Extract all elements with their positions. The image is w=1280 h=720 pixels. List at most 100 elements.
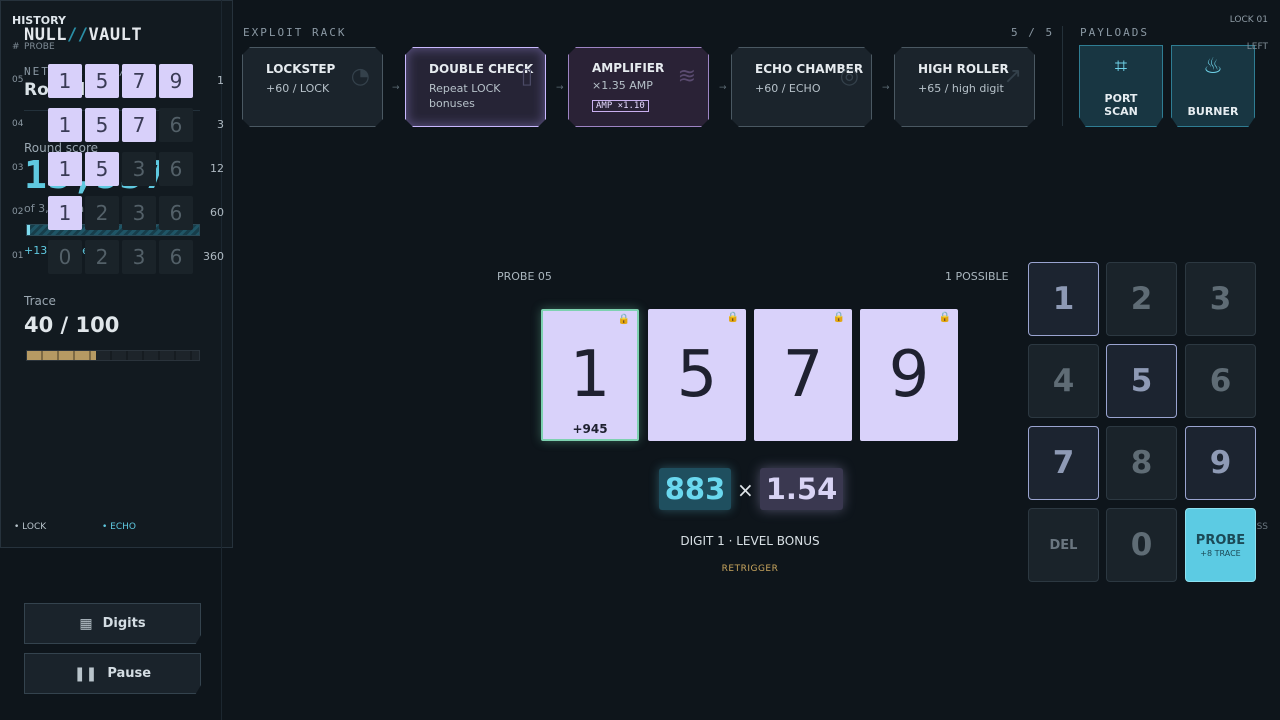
history-digit: 5: [85, 108, 119, 142]
history-digit: 1: [48, 108, 82, 142]
network-port-icon: ⌗: [1114, 54, 1128, 79]
history-row-left: 3: [217, 118, 224, 131]
history-digit: 6: [159, 108, 193, 142]
history-col-num: #: [12, 42, 20, 52]
history-row: 01 0 2 3 6 360: [12, 240, 226, 274]
digits-button[interactable]: ▦ Digits: [24, 603, 201, 644]
trace-bar-remaining: [95, 351, 199, 360]
possible-count: 1 POSSIBLE: [945, 270, 1009, 283]
trend-up-icon: ↗: [1003, 64, 1022, 89]
history-digit: 1: [48, 64, 82, 98]
divider: [1062, 26, 1063, 126]
trace-value: 40 / 100: [24, 313, 120, 337]
history-row-num: 05: [12, 75, 24, 85]
exploit-rack-title: EXPLOIT RACK: [243, 26, 347, 39]
history-col-left: LEFT: [1246, 42, 1268, 52]
retrigger-label: RETRIGGER: [721, 564, 779, 574]
exploit-card-high-roller[interactable]: HIGH ROLLER +65 / high digit ↗: [894, 47, 1035, 127]
probe-digit: 7: [782, 338, 824, 412]
digits-button-label: Digits: [102, 616, 146, 631]
flame-icon: ♨: [1203, 54, 1223, 79]
payload-label: BURNER: [1187, 105, 1239, 118]
history-row: 04 1 5 7 6 3: [12, 108, 226, 142]
spiral-icon: ◎: [839, 64, 859, 89]
history-row-num: 04: [12, 119, 24, 129]
exploit-card-lockstep[interactable]: LOCKSTEP +60 / LOCK ◔: [242, 47, 383, 127]
probe-digit: 5: [676, 338, 718, 412]
multiply-sign: ×: [737, 478, 754, 502]
card-desc: Repeat LOCK bonuses: [429, 82, 501, 110]
payload-port-scan[interactable]: ⌗ PORT SCAN: [1079, 45, 1163, 127]
base-score: 883: [659, 468, 731, 510]
history-digit: 7: [122, 64, 156, 98]
probe-button-label: PROBE: [1195, 532, 1246, 548]
double-bar-icon: ▯: [520, 64, 533, 89]
history-row-left: 12: [210, 162, 224, 175]
pause-button[interactable]: ❚❚ Pause: [24, 653, 201, 694]
key-5[interactable]: 5: [1106, 344, 1177, 418]
history-digit: 2: [85, 196, 119, 230]
history-digit: 9: [159, 64, 193, 98]
history-digit: 0: [48, 240, 82, 274]
lock-icon: 🔒: [726, 312, 739, 323]
key-7[interactable]: 7: [1028, 426, 1099, 500]
key-3[interactable]: 3: [1185, 262, 1256, 336]
exploit-card-echo-chamber[interactable]: ECHO CHAMBER +60 / ECHO ◎: [731, 47, 872, 127]
legend-echo: • ECHO: [102, 522, 136, 532]
key-6[interactable]: 6: [1185, 344, 1256, 418]
history-digit: 6: [159, 152, 193, 186]
exploit-card-amplifier[interactable]: AMPLIFIER ×1.35 AMP AMP ×1.10 ≋: [568, 47, 709, 127]
history-row-left: 60: [210, 206, 224, 219]
digit-bonus: +945: [572, 422, 608, 436]
history-row-num: 01: [12, 251, 24, 261]
lock-icon: 🔒: [617, 314, 630, 325]
amp-tag: AMP ×1.10: [592, 100, 649, 112]
probe-digit-slot: 1 🔒 +945: [541, 309, 639, 441]
connector-icon: →: [882, 83, 890, 93]
history-row-num: 03: [12, 163, 24, 173]
history-row: 05 1 5 7 9 1: [12, 64, 226, 98]
lock-icon: 🔒: [832, 312, 845, 323]
history-row: 03 1 5 3 6 12: [12, 152, 226, 186]
grid-icon: ▦: [79, 615, 93, 632]
key-delete[interactable]: DEL: [1028, 508, 1099, 582]
pause-icon: ❚❚: [73, 665, 98, 682]
history-digit: 5: [85, 64, 119, 98]
connector-icon: →: [719, 83, 727, 93]
rack-count: 5 / 5: [1011, 26, 1055, 39]
history-digit: 1: [48, 196, 82, 230]
multiplier: 1.54: [760, 468, 843, 510]
key-4[interactable]: 4: [1028, 344, 1099, 418]
trace-bar-fill: [27, 351, 96, 360]
key-8[interactable]: 8: [1106, 426, 1177, 500]
digit-info: DIGIT 1 · LEVEL BONUS: [680, 534, 820, 548]
pause-button-label: Pause: [107, 666, 152, 681]
history-digit: 5: [85, 152, 119, 186]
exploit-card-double-check[interactable]: DOUBLE CHECK Repeat LOCK bonuses ▯: [405, 47, 546, 127]
key-0[interactable]: 0: [1106, 508, 1177, 582]
history-digit: 6: [159, 240, 193, 274]
history-row-left: 1: [217, 74, 224, 87]
payloads-title: PAYLOADS: [1080, 26, 1149, 39]
clock-lock-icon: ◔: [350, 64, 370, 89]
history-title: HISTORY: [12, 14, 66, 27]
key-1[interactable]: 1: [1028, 262, 1099, 336]
connector-icon: →: [556, 83, 564, 93]
key-2[interactable]: 2: [1106, 262, 1177, 336]
history-digit: 1: [48, 152, 82, 186]
history-digit: 2: [85, 240, 119, 274]
history-digit: 3: [122, 152, 156, 186]
payload-burner[interactable]: ♨ BURNER: [1171, 45, 1255, 127]
history-digit: 7: [122, 108, 156, 142]
probe-digit: 9: [888, 338, 930, 412]
key-9[interactable]: 9: [1185, 426, 1256, 500]
history-row-left: 360: [203, 250, 224, 263]
probe-digit-slot: 9 🔒: [860, 309, 958, 441]
history-digit: 3: [122, 240, 156, 274]
probe-button[interactable]: PROBE +8 TRACE: [1185, 508, 1256, 582]
trace-bar: [26, 350, 200, 361]
probe-digit-slot: 7 🔒: [754, 309, 852, 441]
payload-label: PORT SCAN: [1104, 92, 1138, 118]
history-row: 02 1 2 3 6 60: [12, 196, 226, 230]
legend-lock: • LOCK: [14, 522, 47, 532]
